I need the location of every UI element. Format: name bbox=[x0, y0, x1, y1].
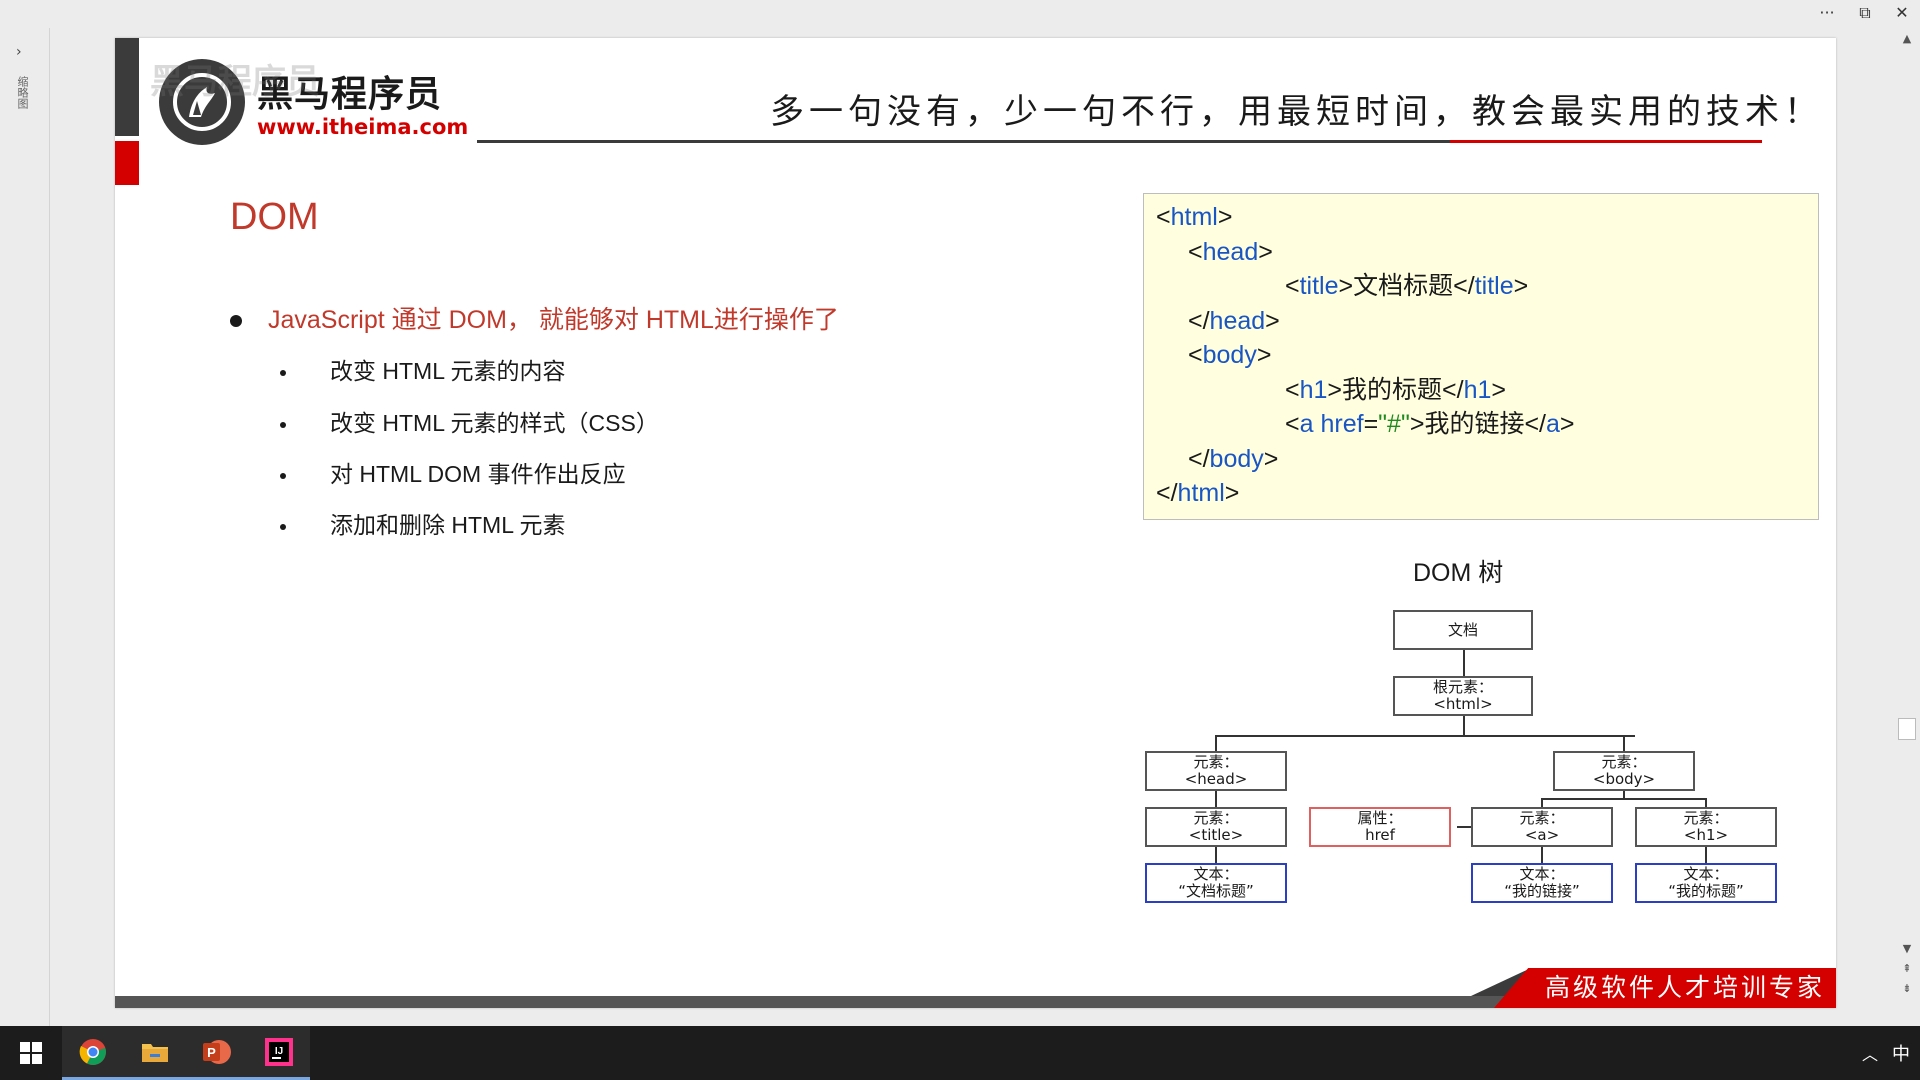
code-line: <body> bbox=[1188, 341, 1272, 369]
thumbnail-panel-label[interactable]: 缩略图 bbox=[14, 76, 30, 109]
close-window-button[interactable]: ✕ bbox=[1887, 2, 1917, 24]
taskbar-chrome[interactable] bbox=[62, 1026, 124, 1080]
main-bullet-text: JavaScript 通过 DOM， 就能够对 HTML进行操作了 bbox=[268, 306, 839, 334]
thumbnail-panel: › 缩略图 bbox=[0, 28, 50, 1026]
html-code-box: <html> <head> <title>文档标题</title> </head… bbox=[1143, 193, 1819, 520]
input-method-indicator[interactable]: 中 bbox=[1892, 1040, 1910, 1066]
tree-node-attr-href: 属性： href bbox=[1309, 807, 1451, 847]
taskbar: P IJ ︿ 中 bbox=[0, 1026, 1920, 1080]
watermark-text: 黑马程序员 bbox=[150, 62, 320, 102]
code-line: <title>文档标题</title> bbox=[1285, 272, 1529, 300]
tree-node-body: 元素： <body> bbox=[1553, 751, 1695, 791]
tree-connector bbox=[1215, 735, 1217, 751]
tree-connector bbox=[1541, 798, 1706, 800]
sub-bullet: 对 HTML DOM 事件作出反应 bbox=[280, 455, 626, 489]
header-accent-dark bbox=[115, 38, 139, 136]
tree-connector bbox=[1215, 791, 1217, 807]
brand-url: www.itheima.com bbox=[257, 115, 469, 139]
main-bullet: JavaScript 通过 DOM， 就能够对 HTML进行操作了 bbox=[230, 300, 839, 336]
sub-bullet: 改变 HTML 元素的内容 bbox=[280, 352, 566, 386]
tree-node-text-heading: 文本： “我的标题” bbox=[1635, 863, 1777, 903]
code-line: <html> bbox=[1156, 203, 1233, 231]
window-title-bar: ··· ⧉ ✕ bbox=[0, 0, 1920, 28]
tree-connector bbox=[1463, 716, 1465, 736]
taskbar-intellij[interactable]: IJ bbox=[248, 1026, 310, 1080]
bullet-dot-icon bbox=[280, 523, 286, 530]
tree-connector bbox=[1705, 798, 1707, 807]
bullet-dot-icon bbox=[280, 369, 286, 376]
chrome-icon bbox=[79, 1038, 106, 1065]
restore-window-button[interactable]: ⧉ bbox=[1850, 2, 1880, 24]
footer-badge: 高级软件人才培训专家 bbox=[1494, 968, 1836, 1008]
more-options-button[interactable]: ··· bbox=[1812, 2, 1842, 24]
header-accent-red bbox=[115, 141, 139, 185]
bullet-dot-icon bbox=[230, 315, 242, 328]
folder-icon bbox=[142, 1043, 168, 1062]
bullet-dot-icon bbox=[280, 472, 286, 479]
sub-bullet: 改变 HTML 元素的样式（CSS） bbox=[280, 404, 659, 438]
show-hidden-icons-button[interactable]: ︿ bbox=[1862, 1041, 1878, 1065]
code-line: </body> bbox=[1188, 444, 1279, 473]
tree-node-title: 元素： <title> bbox=[1145, 807, 1287, 847]
svg-text:IJ: IJ bbox=[275, 1046, 283, 1057]
code-line: </html> bbox=[1156, 479, 1240, 507]
svg-text:P: P bbox=[207, 1045, 216, 1060]
sub-bullet-text: 对 HTML DOM 事件作出反应 bbox=[330, 461, 626, 487]
bullet-dot-icon bbox=[280, 421, 286, 428]
next-slide-button[interactable]: ⇟ bbox=[1899, 982, 1915, 995]
tree-node-head: 元素： <head> bbox=[1145, 751, 1287, 791]
tree-connector bbox=[1541, 798, 1543, 807]
powerpoint-icon: P bbox=[203, 1039, 231, 1064]
intellij-icon: IJ bbox=[265, 1037, 293, 1066]
tree-node-text-title: 文本： “文档标题” bbox=[1145, 863, 1287, 903]
tree-connector bbox=[1215, 847, 1217, 863]
code-line: </head> bbox=[1188, 306, 1280, 335]
scrollbar-thumb[interactable] bbox=[1898, 718, 1916, 740]
dom-tree-diagram: 文档 根元素： <html> 元素： <head> 元素： <body> 元素： <ti… bbox=[1145, 610, 1785, 940]
sub-bullet: 添加和删除 HTML 元素 bbox=[280, 506, 566, 540]
slide-canvas[interactable]: 黑马程序员 www.itheima.com 黑马程序员 多一句没有，少一句不行，… bbox=[115, 38, 1836, 1008]
tree-node-document: 文档 bbox=[1393, 610, 1533, 650]
code-line: <h1>我的标题</h1> bbox=[1285, 375, 1507, 404]
slogan-text: 多一句没有，少一句不行，用最短时间，教会最实用的技术！ bbox=[770, 92, 1823, 132]
sub-bullet-text: 改变 HTML 元素的内容 bbox=[330, 358, 566, 384]
tree-node-text-link: 文本： “我的链接” bbox=[1471, 863, 1613, 903]
expand-thumbnails-button[interactable]: › bbox=[16, 44, 22, 60]
sub-bullet-text: 添加和删除 HTML 元素 bbox=[330, 512, 566, 538]
tree-node-a: 元素： <a> bbox=[1471, 807, 1613, 847]
dom-tree-title: DOM 树 bbox=[1413, 559, 1504, 587]
start-button[interactable] bbox=[0, 1026, 62, 1080]
slogan-underline bbox=[477, 140, 1502, 143]
code-line: <a href="#">我的链接</a> bbox=[1285, 410, 1575, 438]
tree-connector bbox=[1705, 847, 1707, 863]
tree-connector bbox=[1463, 648, 1465, 676]
tree-connector bbox=[1623, 735, 1625, 751]
slogan-underline-accent bbox=[1450, 140, 1762, 143]
vertical-scrollbar[interactable]: ▲ ▼ ⇞ ⇟ bbox=[1895, 28, 1920, 1026]
scroll-down-button[interactable]: ▼ bbox=[1899, 942, 1915, 955]
tree-node-root: 根元素： <html> bbox=[1393, 676, 1533, 716]
taskbar-powerpoint[interactable]: P bbox=[186, 1026, 248, 1080]
sub-bullet-text: 改变 HTML 元素的样式（CSS） bbox=[330, 410, 659, 436]
code-line: <head> bbox=[1188, 237, 1273, 266]
previous-slide-button[interactable]: ⇞ bbox=[1899, 962, 1915, 975]
tree-connector bbox=[1541, 847, 1543, 863]
windows-logo-icon bbox=[20, 1042, 42, 1064]
tree-connector bbox=[1215, 735, 1635, 737]
tree-node-h1: 元素： <h1> bbox=[1635, 807, 1777, 847]
taskbar-file-explorer[interactable] bbox=[124, 1026, 186, 1080]
scroll-up-button[interactable]: ▲ bbox=[1899, 32, 1915, 45]
slide-title: DOM bbox=[230, 196, 319, 238]
